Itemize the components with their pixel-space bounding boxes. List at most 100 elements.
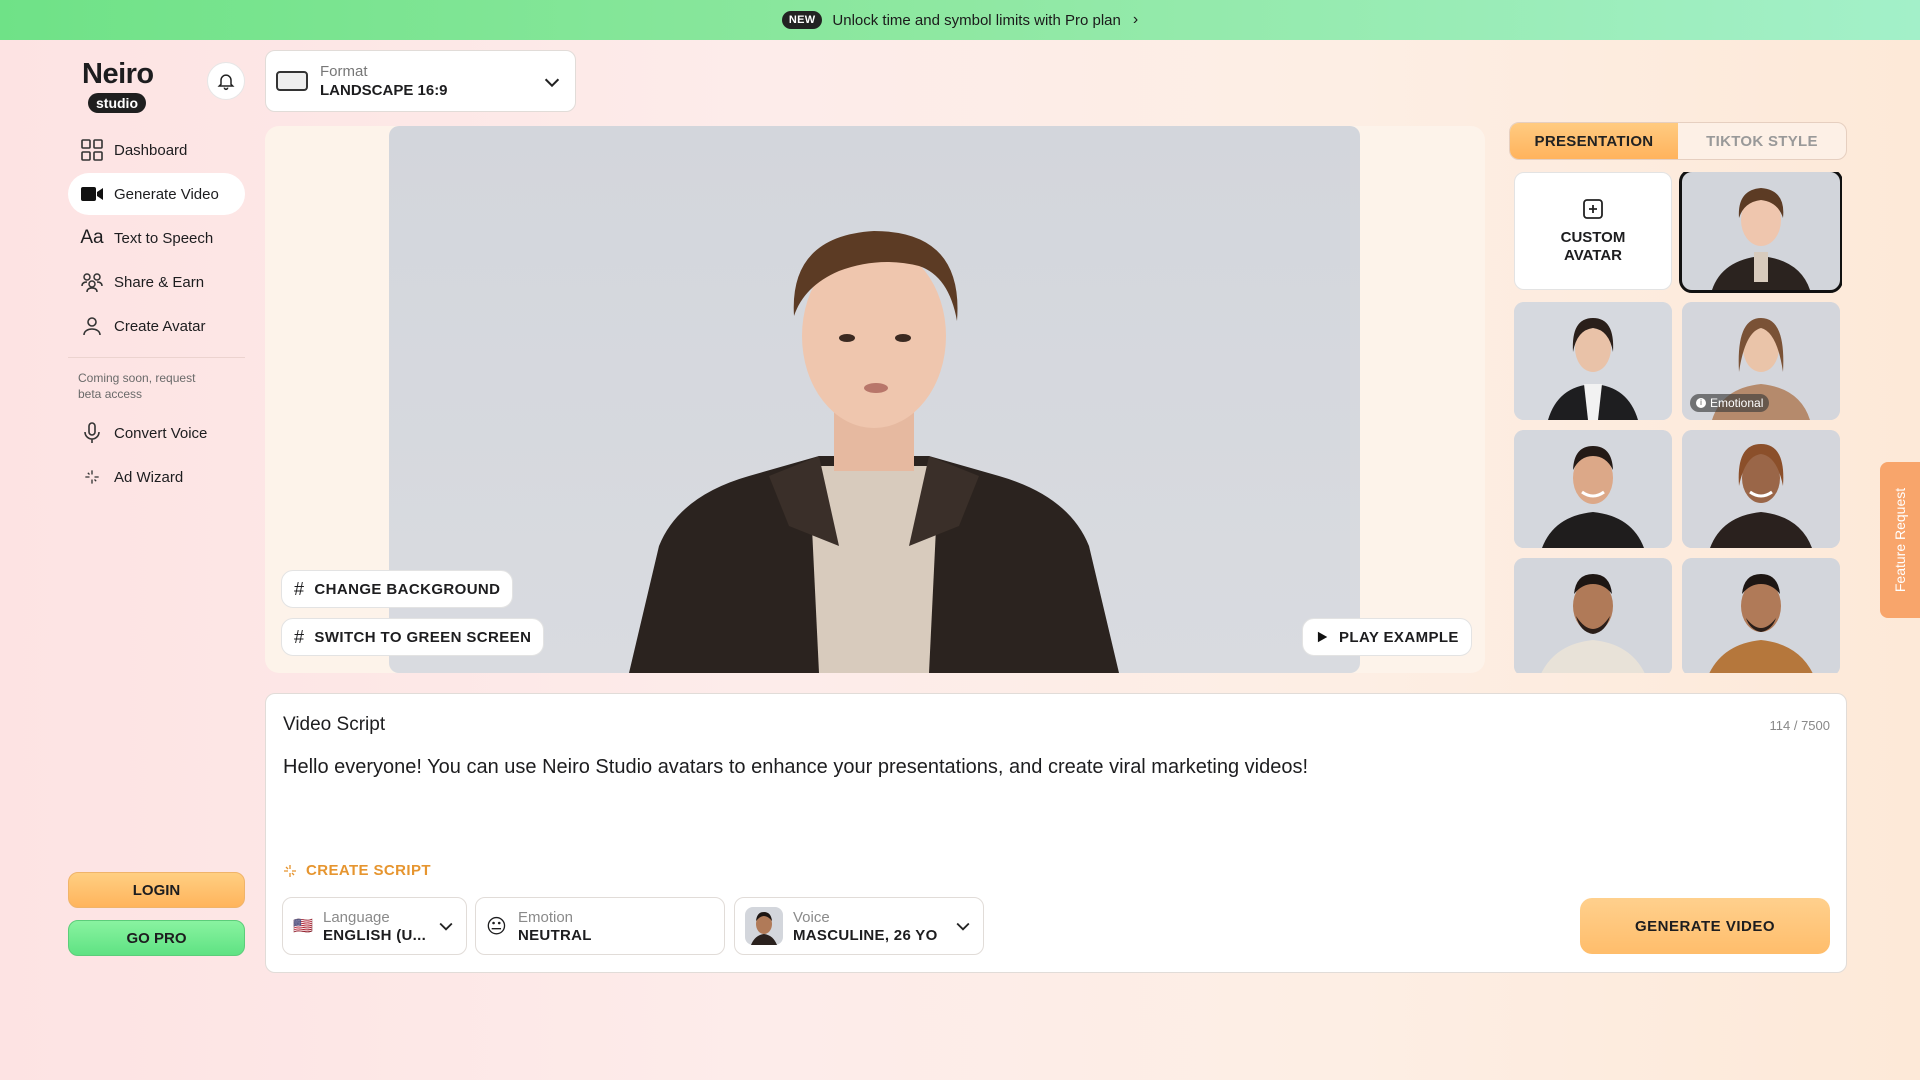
change-background-button[interactable]: # CHANGE BACKGROUND <box>281 570 514 608</box>
sidebar-item-label: Generate Video <box>114 185 219 203</box>
landscape-ratio-icon <box>276 71 308 91</box>
play-icon <box>1317 631 1328 643</box>
sidebar-item-text-to-speech[interactable]: Aa Text to Speech <box>68 217 245 259</box>
avatar-card[interactable] <box>1514 558 1672 673</box>
people-icon <box>80 270 104 294</box>
info-icon: i <box>1696 398 1706 408</box>
avatar-card[interactable] <box>1514 430 1672 548</box>
emotion-select[interactable]: 😐 Emotion NEUTRAL <box>475 897 725 955</box>
language-label: Language <box>323 908 390 926</box>
avatar-card[interactable]: i Emotional <box>1682 302 1840 420</box>
logo[interactable]: Neiro studio <box>82 58 154 113</box>
avatar-thumbnail <box>1514 558 1672 673</box>
chevron-down-icon <box>956 922 970 931</box>
promo-text[interactable]: Unlock time and symbol limits with Pro p… <box>832 12 1120 29</box>
sidebar-item-convert-voice[interactable]: Convert Voice <box>68 412 245 454</box>
text-aa-icon: Aa <box>80 227 104 248</box>
video-camera-icon <box>80 182 104 206</box>
language-select[interactable]: 🇺🇸 Language ENGLISH (U... <box>282 897 467 955</box>
plus-square-icon <box>1583 199 1603 219</box>
voice-value: MASCULINE, 26 YO <box>793 926 938 944</box>
play-example-label: PLAY EXAMPLE <box>1339 628 1459 646</box>
tab-presentation[interactable]: PRESENTATION <box>1510 123 1678 159</box>
sidebar-item-label: Convert Voice <box>114 424 208 442</box>
sparkle-icon <box>284 864 296 877</box>
us-flag-icon: 🇺🇸 <box>293 918 313 935</box>
sidebar-item-label: Ad Wizard <box>114 468 184 486</box>
feature-request-label: Feature Request <box>1892 487 1909 593</box>
create-script-label: CREATE SCRIPT <box>306 862 431 879</box>
chevron-down-icon <box>439 922 453 931</box>
green-screen-button[interactable]: # SWITCH TO GREEN SCREEN <box>281 618 545 656</box>
voice-label: Voice <box>793 908 830 926</box>
sidebar-item-label: Dashboard <box>114 141 188 159</box>
avatar-card[interactable] <box>1682 558 1840 673</box>
avatar-thumbnail <box>1682 172 1840 290</box>
notifications-button[interactable] <box>207 62 245 100</box>
neutral-face-icon: 😐 <box>486 915 507 938</box>
avatar-grid: CUSTOM AVATAR i Emotional <box>1514 172 1842 673</box>
sidebar: Neiro studio Dashboard Generate Video Aa… <box>68 40 245 1080</box>
emotion-label: Emotion <box>518 908 574 926</box>
chevron-down-icon <box>544 78 560 88</box>
go-pro-button[interactable]: GO PRO <box>68 920 245 956</box>
avatar-thumbnail <box>1514 302 1672 420</box>
tab-tiktok-style[interactable]: TIKTOK STYLE <box>1678 123 1846 159</box>
new-badge: NEW <box>781 11 823 29</box>
voice-select[interactable]: Voice MASCULINE, 26 YO <box>734 897 984 955</box>
hash-icon: # <box>294 626 305 647</box>
sparkle-icon <box>80 465 104 489</box>
video-script-card: Video Script 114 / 7500 Hello everyone! … <box>265 693 1847 973</box>
change-background-label: CHANGE BACKGROUND <box>314 580 501 598</box>
bell-icon <box>217 74 235 91</box>
chevron-right-icon[interactable]: › <box>1133 11 1138 29</box>
beta-note: Coming soon, request beta access <box>78 371 196 401</box>
sidebar-item-share-earn[interactable]: Share & Earn <box>68 261 245 303</box>
avatar-stage <box>389 126 1360 673</box>
create-script-button[interactable]: CREATE SCRIPT <box>282 862 431 879</box>
emotional-label: Emotional <box>1710 396 1764 410</box>
emotional-badge: i Emotional <box>1690 394 1770 412</box>
video-preview: # CHANGE BACKGROUND # SWITCH TO GREEN SC… <box>265 126 1485 673</box>
avatar-thumbnail <box>1682 430 1840 548</box>
feature-request-tab[interactable]: Feature Request <box>1880 462 1920 618</box>
script-title: Video Script <box>283 714 386 735</box>
avatar-style-tabs: PRESENTATION TIKTOK STYLE <box>1509 122 1847 160</box>
sidebar-item-generate-video[interactable]: Generate Video <box>68 173 245 215</box>
generate-video-button[interactable]: GENERATE VIDEO <box>1580 898 1830 954</box>
emotion-value: NEUTRAL <box>518 926 592 944</box>
logo-studio-pill: studio <box>88 93 146 113</box>
sidebar-nav: Dashboard Generate Video Aa Text to Spee… <box>68 129 245 500</box>
avatar-card[interactable] <box>1514 302 1672 420</box>
avatar-presenter-image <box>629 231 1119 673</box>
logo-wordmark: Neiro <box>82 58 154 90</box>
avatar-card[interactable] <box>1682 430 1840 548</box>
sidebar-item-label: Create Avatar <box>114 317 206 335</box>
avatar-thumbnail <box>1682 558 1840 673</box>
nav-divider <box>68 357 245 358</box>
character-count: 114 / 7500 <box>1769 718 1830 733</box>
login-button[interactable]: LOGIN <box>68 872 245 908</box>
sidebar-item-label: Share & Earn <box>114 273 205 291</box>
script-textarea[interactable]: Hello everyone! You can use Neiro Studio… <box>283 756 1783 779</box>
custom-avatar-button[interactable]: CUSTOM AVATAR <box>1514 172 1672 290</box>
custom-avatar-label: CUSTOM AVATAR <box>1560 229 1626 264</box>
format-label: Format <box>320 63 368 80</box>
person-icon <box>80 314 104 338</box>
language-value: ENGLISH (U... <box>323 926 427 944</box>
microphone-icon <box>80 421 104 445</box>
promo-banner[interactable]: NEW Unlock time and symbol limits with P… <box>0 0 1920 40</box>
format-select[interactable]: Format LANDSCAPE 16:9 <box>265 50 576 112</box>
play-example-button[interactable]: PLAY EXAMPLE <box>1302 618 1472 656</box>
voice-avatar-icon <box>745 907 783 945</box>
sidebar-item-ad-wizard[interactable]: Ad Wizard <box>68 456 245 498</box>
format-value: LANDSCAPE 16:9 <box>320 82 448 99</box>
green-screen-label: SWITCH TO GREEN SCREEN <box>314 628 532 646</box>
avatar-thumbnail <box>1514 430 1672 548</box>
hash-icon: # <box>294 578 305 599</box>
sidebar-item-dashboard[interactable]: Dashboard <box>68 129 245 171</box>
sidebar-item-label: Text to Speech <box>114 229 214 247</box>
grid-icon <box>80 138 104 162</box>
sidebar-item-create-avatar[interactable]: Create Avatar <box>68 305 245 347</box>
avatar-card[interactable] <box>1679 172 1842 293</box>
